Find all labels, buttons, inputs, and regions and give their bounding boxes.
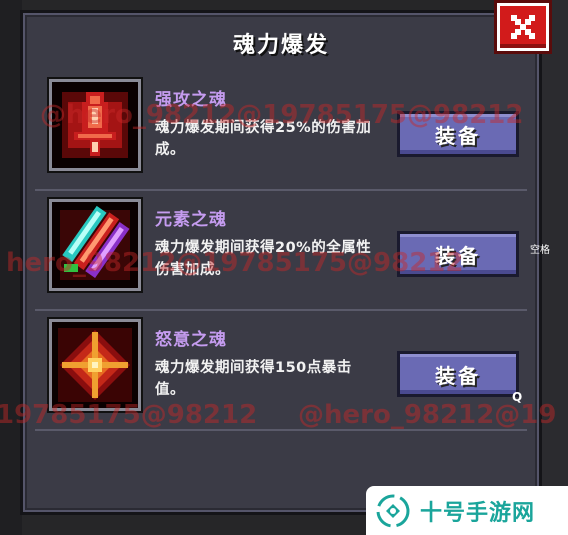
soul-row-element: 元素之魂 魂力爆发期间获得20%的全属性伤害加成。 装备 <box>35 191 527 311</box>
site-badge: 十号手游网 <box>366 486 568 535</box>
search-icon[interactable]: Q <box>512 390 522 404</box>
site-name: 十号手游网 <box>420 500 536 526</box>
soul-row-strong-attack: 强攻之魂 魂力爆发期间获得25%的伤害加成。 装备 <box>35 71 527 191</box>
soul-list: 强攻之魂 魂力爆发期间获得25%的伤害加成。 装备 元素之魂 魂力爆发期间获得2… <box>35 71 527 431</box>
soul-row-rage: 怒意之魂 魂力爆发期间获得150点暴击值。 装备 <box>35 311 527 431</box>
site-logo-icon <box>376 494 410 527</box>
crystal-shards-icon <box>49 199 141 291</box>
soul-description: 魂力爆发期间获得25%的伤害加成。 <box>155 120 372 158</box>
close-button[interactable] <box>497 3 549 51</box>
soul-description: 魂力爆发期间获得20%的全属性伤害加成。 <box>155 240 372 278</box>
equip-button[interactable]: 装备 <box>397 231 519 277</box>
equip-button[interactable]: 装备 <box>397 351 519 397</box>
side-label: 空格 <box>530 245 550 256</box>
sword-hilt-icon <box>49 79 141 171</box>
soul-name: 强攻之魂 <box>155 90 227 110</box>
soul-burst-dialog: 魂力爆发 强攻之魂 魂力爆发期间获得25%的伤害加成。 装备 元素之魂 魂力爆发… <box>20 3 549 515</box>
crosshair-rune-icon <box>49 319 141 411</box>
game-screen: 魂力爆发 强攻之魂 魂力爆发期间获得25%的伤害加成。 装备 元素之魂 魂力爆发… <box>0 0 568 535</box>
soul-name: 怒意之魂 <box>155 330 227 350</box>
dialog-title: 魂力爆发 <box>232 33 329 58</box>
soul-description: 魂力爆发期间获得150点暴击值。 <box>155 360 352 398</box>
soul-name: 元素之魂 <box>155 210 227 230</box>
close-icon <box>511 15 535 39</box>
background-left-strip <box>0 0 22 535</box>
equip-button[interactable]: 装备 <box>397 111 519 157</box>
dialog-title-bar: 魂力爆发 <box>27 17 535 69</box>
